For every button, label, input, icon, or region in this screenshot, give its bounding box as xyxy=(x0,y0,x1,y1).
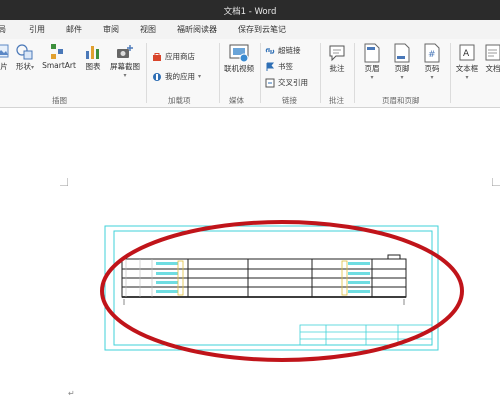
page-number-button[interactable]: # 页码 ▾ xyxy=(419,43,445,81)
page-number-icon: # xyxy=(424,43,440,63)
cross-reference-icon xyxy=(265,78,275,87)
textbox-button[interactable]: A 文本框 ▾ xyxy=(454,43,480,81)
app-store-label: 应用商店 xyxy=(165,52,195,61)
picture-button[interactable]: 片 xyxy=(0,43,12,72)
hyperlink-button[interactable]: 超链接 xyxy=(265,45,301,56)
chevron-down-icon: ▾ xyxy=(123,72,127,79)
header-button[interactable]: 页眉 ▾ xyxy=(359,43,385,81)
tab-mailings[interactable]: 邮件 xyxy=(66,24,82,35)
group-label-media: 媒体 xyxy=(229,96,244,105)
chart-button[interactable]: 图表 xyxy=(82,43,104,72)
tab-review[interactable]: 审阅 xyxy=(103,24,119,35)
textbox-label: 文本框 xyxy=(455,64,479,73)
picture-label: 片 xyxy=(0,62,8,71)
smartart-label: SmartArt xyxy=(42,61,76,70)
ribbon-tabs: 局 引用 邮件 审阅 视图 福昕阅读器 保存到云笔记 xyxy=(0,20,500,39)
chevron-down-icon: ▾ xyxy=(370,74,374,81)
window-title: 文档1 - Word xyxy=(223,7,277,17)
hyperlink-icon xyxy=(265,47,275,54)
shapes-label: 形状 xyxy=(15,62,31,71)
tab-view[interactable]: 视图 xyxy=(140,24,156,35)
document-page[interactable]: ↵ xyxy=(0,108,500,400)
paragraph-mark: ↵ xyxy=(68,389,75,398)
group-separator xyxy=(219,43,220,103)
chevron-down-icon: ▾ xyxy=(400,74,404,81)
group-label-comments: 批注 xyxy=(329,96,344,105)
group-separator xyxy=(260,43,261,103)
my-apps-button[interactable]: 我的应用 ▾ xyxy=(152,71,201,82)
svg-text:A: A xyxy=(463,49,470,59)
group-label-links: 链接 xyxy=(282,96,297,105)
shapes-icon xyxy=(16,44,33,60)
group-separator xyxy=(354,43,355,103)
chart-label: 图表 xyxy=(85,62,101,71)
cross-reference-label: 交叉引用 xyxy=(278,78,308,87)
tab-save-to-cloud-note[interactable]: 保存到云笔记 xyxy=(238,24,286,35)
cross-reference-button[interactable]: 交叉引用 xyxy=(265,77,308,88)
group-label-illustrations: 插图 xyxy=(52,96,67,105)
ribbon: 片 形状▾ SmartArt 图表 屏幕截图 ▾ 插图 应用商店 我的应用 ▾ … xyxy=(0,39,500,108)
page-number-label: 页码 xyxy=(424,64,440,73)
doc-parts-label: 文档 xyxy=(485,64,500,73)
my-apps-label: 我的应用 xyxy=(165,72,195,81)
comment-button[interactable]: 批注 xyxy=(326,43,348,74)
picture-icon xyxy=(0,44,9,58)
bookmark-icon xyxy=(266,62,275,71)
chevron-down-icon: ▾ xyxy=(198,73,202,80)
chart-icon xyxy=(86,46,99,59)
tab-references[interactable]: 引用 xyxy=(29,24,45,35)
chevron-down-icon: ▾ xyxy=(465,74,469,81)
chevron-down-icon: ▾ xyxy=(30,64,34,71)
crop-mark-top-left xyxy=(60,178,68,186)
hyperlink-label: 超链接 xyxy=(278,46,301,55)
store-icon xyxy=(153,52,161,61)
app-store-button[interactable]: 应用商店 xyxy=(152,51,195,62)
online-video-label: 联机视频 xyxy=(224,64,254,73)
header-label: 页眉 xyxy=(364,64,380,73)
group-separator xyxy=(320,43,321,103)
header-icon xyxy=(364,43,380,63)
my-apps-icon xyxy=(153,72,161,81)
textbox-icon: A xyxy=(459,44,475,61)
online-video-icon xyxy=(229,44,249,63)
chevron-down-icon: ▾ xyxy=(430,74,434,81)
doc-parts-button[interactable]: 文档 xyxy=(482,43,500,74)
smartart-button[interactable]: SmartArt xyxy=(40,43,78,70)
shapes-button[interactable]: 形状▾ xyxy=(14,43,36,72)
bookmark-label: 书签 xyxy=(278,62,293,71)
doc-parts-icon xyxy=(485,44,500,61)
smartart-icon xyxy=(51,44,63,59)
comment-label: 批注 xyxy=(329,64,345,73)
footer-label: 页脚 xyxy=(394,64,410,73)
footer-icon xyxy=(394,43,410,63)
group-label-header-footer: 页眉和页脚 xyxy=(382,96,420,105)
tab-layout[interactable]: 局 xyxy=(0,24,6,35)
group-label-addins: 加载项 xyxy=(168,96,191,105)
svg-text:#: # xyxy=(428,50,436,60)
tab-foxit-reader[interactable]: 福昕阅读器 xyxy=(177,24,217,35)
screenshot-label: 屏幕截图 xyxy=(110,62,140,71)
red-annotation-ellipse xyxy=(100,220,464,362)
screenshot-button[interactable]: 屏幕截图 ▾ xyxy=(107,43,143,79)
screenshot-icon xyxy=(117,45,133,58)
group-separator xyxy=(146,43,147,103)
crop-mark-top-right xyxy=(492,178,500,186)
bookmark-button[interactable]: 书签 xyxy=(265,61,293,72)
group-separator xyxy=(450,43,451,103)
footer-button[interactable]: 页脚 ▾ xyxy=(389,43,415,81)
title-bar: 文档1 - Word xyxy=(0,0,500,20)
online-video-button[interactable]: 联机视频 xyxy=(222,43,256,74)
comment-icon xyxy=(329,45,345,62)
